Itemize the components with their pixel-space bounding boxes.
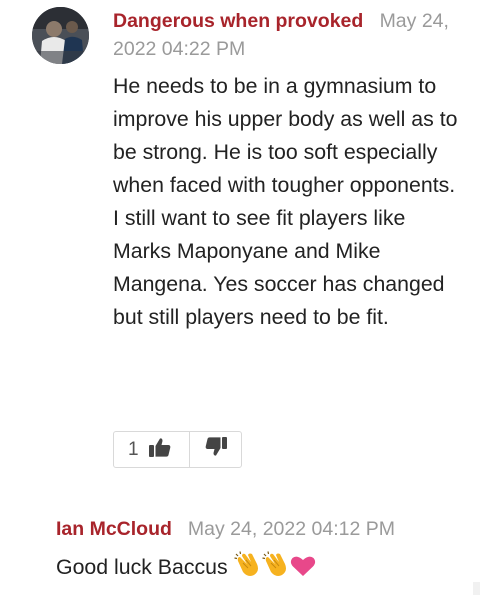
scrollbar[interactable] (473, 582, 480, 595)
comment-body: Good luck Baccus (56, 551, 316, 587)
clapping-hands-icon (261, 551, 290, 587)
upvote-button[interactable]: 1 (114, 432, 190, 467)
comment-header: Dangerous when provoked May 24, 2022 04:… (113, 7, 453, 63)
heart-icon (290, 554, 316, 587)
comment-author[interactable]: Dangerous when provoked (113, 10, 363, 32)
comment-timestamp: May 24, 2022 04:12 PM (187, 518, 395, 540)
downvote-button[interactable] (190, 432, 241, 467)
comment-body: He needs to be in a gymnasium to improve… (113, 74, 458, 329)
avatar[interactable] (32, 7, 89, 64)
comment-author[interactable]: Ian McCloud (56, 518, 172, 540)
comment-text: Good luck Baccus (56, 555, 228, 579)
vote-box: 1 (113, 431, 242, 468)
upvote-count: 1 (128, 438, 139, 460)
thumbs-up-icon (148, 437, 171, 462)
thumbs-down-icon (205, 437, 227, 462)
comment-header: Ian McCloud May 24, 2022 04:12 PM (56, 515, 395, 543)
clapping-hands-icon (233, 551, 262, 587)
